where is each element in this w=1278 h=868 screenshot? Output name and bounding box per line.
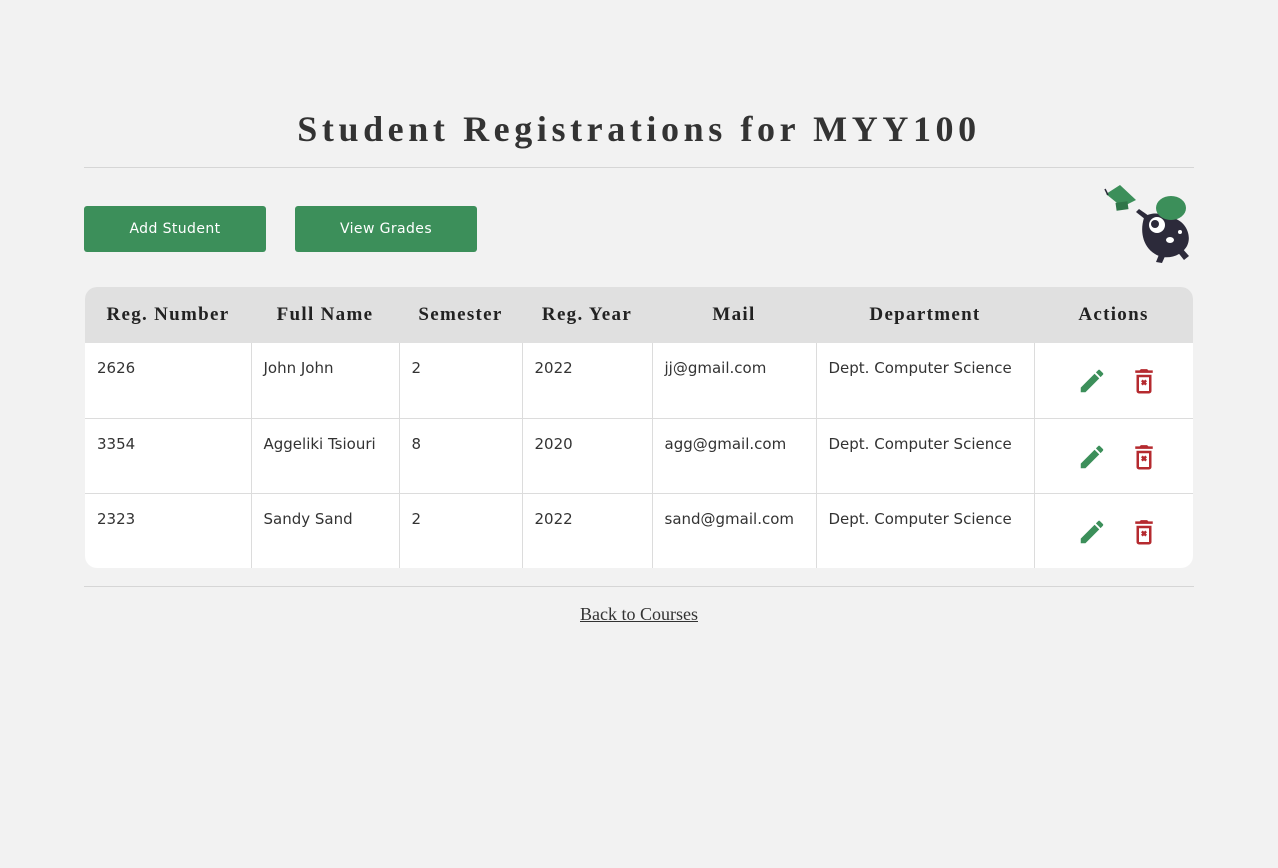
cell-reg-year: 2022 [521, 343, 652, 418]
trash-icon[interactable] [1129, 517, 1159, 547]
back-link-container: Back to Courses [0, 604, 1278, 625]
table-row: 3354 Aggeliki Tsiouri 8 2020 agg@gmail.c… [85, 417, 1193, 493]
cell-reg-number: 2323 [85, 492, 251, 568]
cell-full-name: John John [250, 343, 399, 418]
cell-department: Dept. Computer Science [815, 492, 1034, 568]
cell-department: Dept. Computer Science [815, 343, 1034, 418]
add-student-button[interactable]: Add Student [84, 206, 266, 252]
table-header-row: Reg. Number Full Name Semester Reg. Year… [85, 287, 1193, 343]
cell-reg-year: 2022 [521, 492, 652, 568]
top-divider [84, 167, 1194, 168]
view-grades-button[interactable]: View Grades [295, 206, 477, 252]
pencil-icon[interactable] [1077, 366, 1107, 396]
cell-actions [1033, 417, 1193, 493]
header-reg-year: Reg. Year [541, 304, 633, 325]
cell-reg-number: 2626 [97, 359, 136, 377]
cell-mail: sand@gmail.com [651, 492, 816, 568]
cell-full-name: Aggeliki Tsiouri [250, 417, 399, 493]
trash-icon[interactable] [1129, 442, 1159, 472]
graduation-mascot-icon [1104, 185, 1189, 263]
cell-full-name: Sandy Sand [250, 492, 399, 568]
cell-mail: jj@gmail.com [651, 343, 816, 418]
trash-icon[interactable] [1129, 366, 1159, 396]
page-title: Student Registrations for MYY100 [297, 109, 981, 149]
cell-mail: agg@gmail.com [651, 417, 816, 493]
table-row: 2323 Sandy Sand 2 2022 sand@gmail.com De… [85, 492, 1193, 568]
back-to-courses-link[interactable]: Back to Courses [580, 604, 698, 624]
header-department: Department [869, 304, 981, 325]
pencil-icon[interactable] [1077, 442, 1107, 472]
cell-actions [1033, 343, 1193, 418]
cell-semester: 2 [398, 343, 522, 418]
table-row: 2626 John John 2 2022 jj@gmail.com Dept.… [85, 343, 1193, 418]
cell-actions [1033, 492, 1193, 568]
cell-reg-year: 2020 [521, 417, 652, 493]
pencil-icon[interactable] [1077, 517, 1107, 547]
bottom-divider [84, 586, 1194, 587]
cell-reg-number: 3354 [85, 417, 251, 493]
header-reg-number: Reg. Number [106, 304, 230, 325]
header-semester: Semester [418, 304, 503, 325]
registrations-table: Reg. Number Full Name Semester Reg. Year… [85, 287, 1193, 568]
header-actions: Actions [1078, 304, 1149, 325]
header-mail: Mail [712, 304, 756, 325]
cell-department: Dept. Computer Science [815, 417, 1034, 493]
cell-semester: 2 [398, 492, 522, 568]
cell-semester: 8 [398, 417, 522, 493]
header-full-name: Full Name [276, 304, 374, 325]
